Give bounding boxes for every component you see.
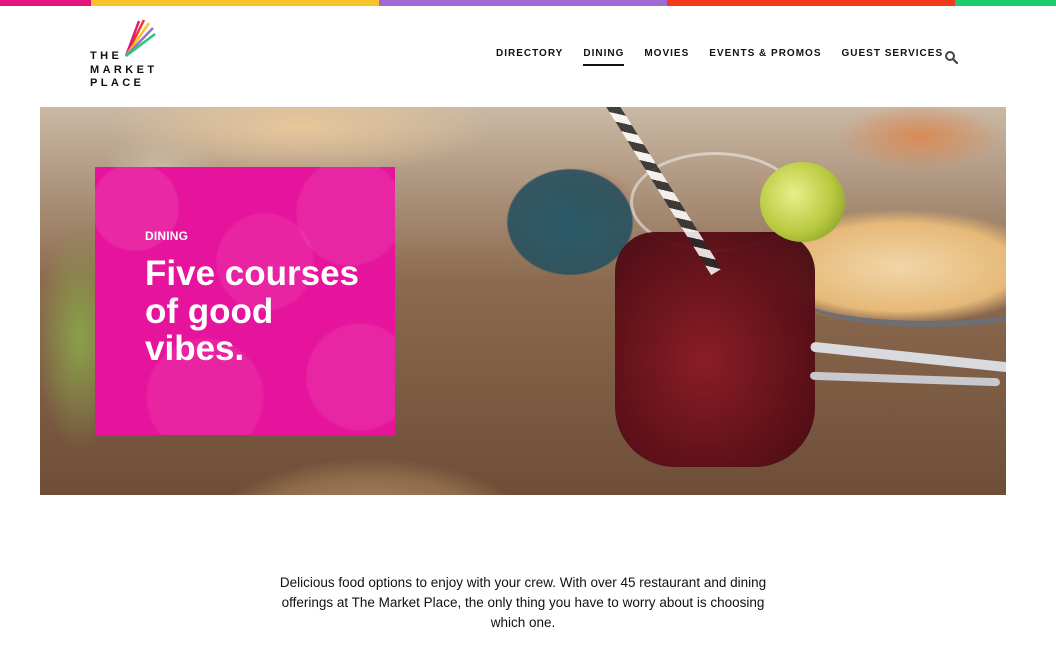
hero-category-tag: DINING (145, 229, 189, 243)
nav-item-events-promos[interactable]: EVENTS & PROMOS (709, 48, 821, 59)
nav-item-directory[interactable]: DIRECTORY (496, 48, 563, 59)
nav-item-guest-services[interactable]: GUEST SERVICES (842, 48, 944, 59)
logo-wordmark: THE MARKET PLACE (90, 50, 157, 91)
hero-card: DINING Five courses of good vibes. (95, 167, 395, 435)
lime-wedge-image (760, 162, 845, 242)
color-bar-segment-green (955, 0, 1056, 6)
color-bar-segment-red (667, 0, 955, 6)
top-color-bar (0, 0, 1056, 6)
nav-item-movies[interactable]: MOVIES (644, 48, 689, 59)
site-logo[interactable]: THE MARKET PLACE (88, 18, 168, 94)
logo-line: THE (90, 50, 123, 62)
main-nav: DIRECTORY DINING MOVIES EVENTS & PROMOS … (496, 48, 963, 66)
logo-line: PLACE (90, 77, 145, 89)
color-bar-segment-yellow (91, 0, 379, 6)
fork-image (810, 341, 1006, 373)
intro-paragraph: Delicious food options to enjoy with you… (279, 575, 767, 630)
knife-image (809, 371, 1001, 387)
hero-title: Five courses of good vibes. (145, 254, 359, 368)
logo-line: MARKET (90, 63, 158, 76)
pizza-plate-image (800, 267, 1006, 327)
nav-item-dining[interactable]: DINING (583, 48, 625, 66)
color-bar-segment-purple (379, 0, 667, 6)
search-icon[interactable] (944, 50, 958, 64)
color-bar-segment-pink (0, 0, 91, 6)
